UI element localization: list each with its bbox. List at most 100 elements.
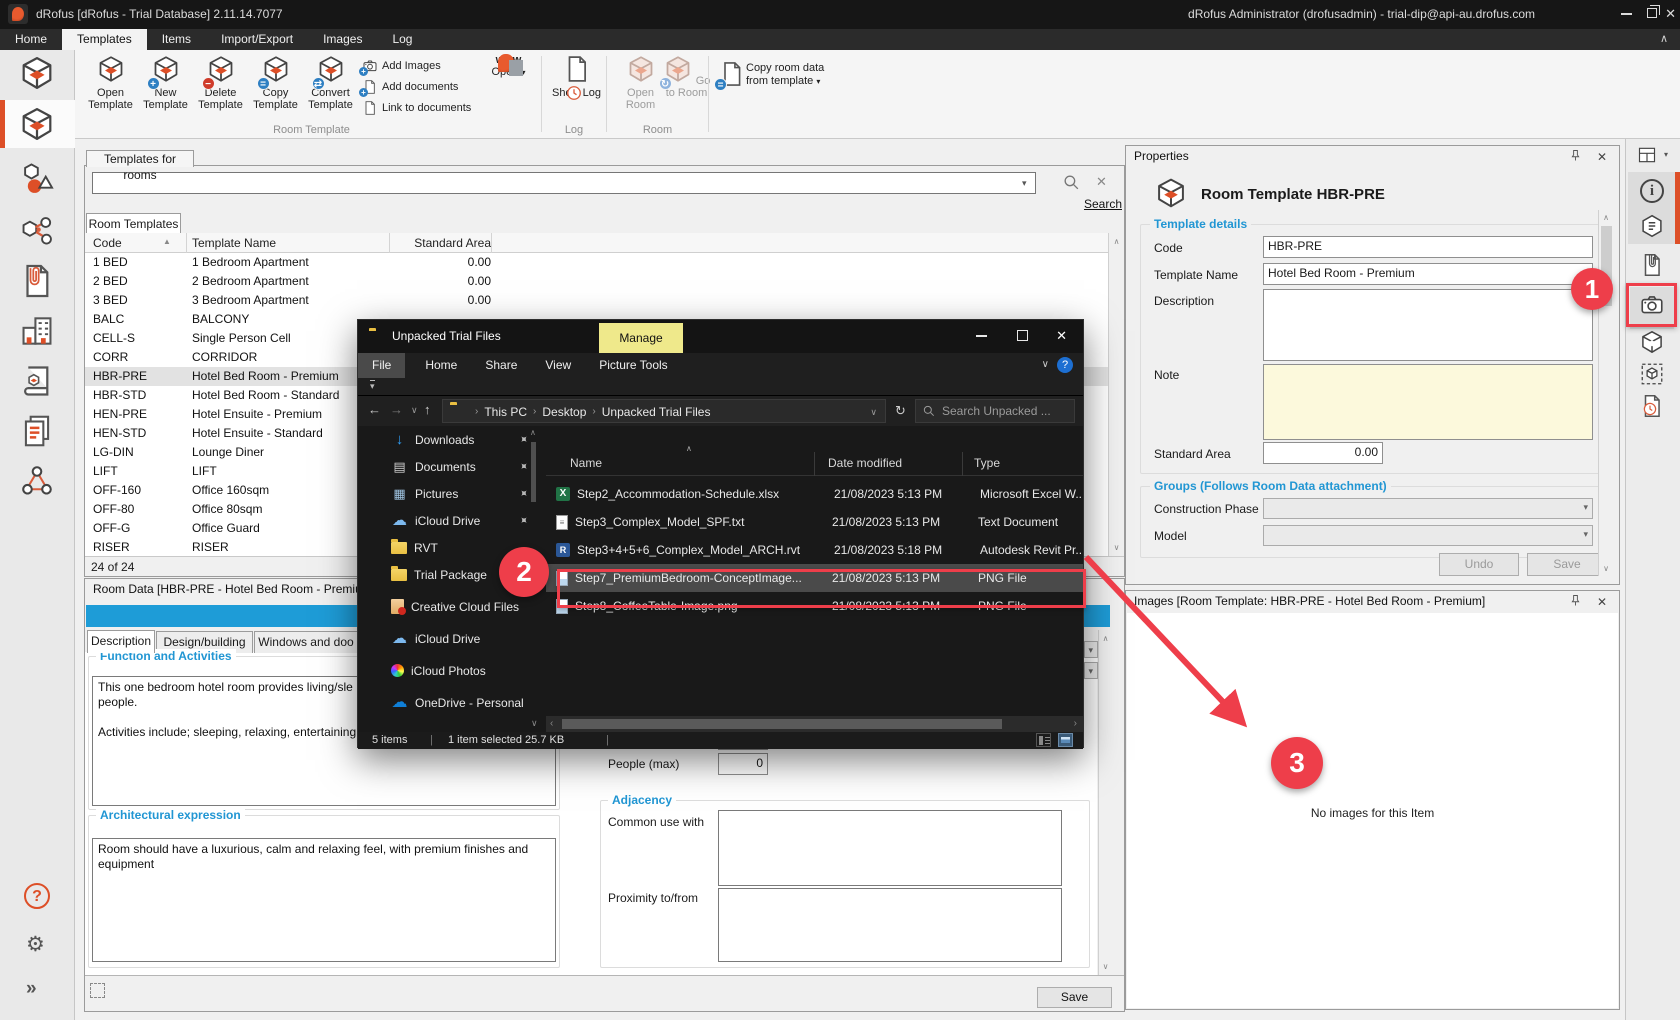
sidebar-documents-icon[interactable] [18, 262, 56, 300]
common-use-textarea[interactable] [718, 810, 1062, 886]
tab-import-export[interactable]: Import/Export [206, 29, 308, 50]
templates-for-rooms-tab[interactable]: Templates for rooms [86, 150, 194, 167]
expand-sidebar-icon[interactable]: » [26, 978, 37, 1000]
note-field[interactable] [1263, 364, 1593, 440]
explorer-maximize-button[interactable] [1017, 330, 1028, 341]
details-view-icon[interactable] [1036, 733, 1051, 747]
ribbon-collapse-icon[interactable]: ∧ [1660, 32, 1668, 45]
file-row[interactable]: Step3_Complex_Model_SPF.txt 21/08/2023 5… [546, 508, 1083, 536]
history-log-icon[interactable] [1639, 393, 1667, 421]
tab-items[interactable]: Items [147, 29, 206, 50]
properties-scrollbar[interactable]: ∧ ∨ [1598, 210, 1613, 576]
tab-windows-doors[interactable]: Windows and doo [254, 631, 358, 653]
description-field[interactable] [1263, 289, 1593, 361]
scroll-left-icon[interactable]: ‹ [550, 718, 553, 729]
add-images-button[interactable]: + Add Images [362, 56, 441, 75]
add-documents-button[interactable]: + Add documents [362, 77, 458, 96]
room-templates-tab[interactable]: Room Templates [86, 213, 181, 233]
link-to-documents-button[interactable]: Link to documents [362, 98, 471, 117]
www-open-button[interactable]: www Open ▾ [482, 54, 535, 124]
covered-dropdown-stub[interactable]: ▾ [1084, 641, 1098, 658]
nav-collapse-icon[interactable]: ∨ [531, 718, 538, 729]
model-view-icon[interactable] [1639, 329, 1667, 357]
nav-item[interactable]: Creative Cloud Files ✦ [358, 593, 542, 620]
clear-search-icon[interactable]: ✕ [1096, 174, 1107, 190]
ribbon-expand-icon[interactable]: ∨ [1042, 359, 1049, 370]
sidebar-rooms-icon[interactable] [18, 54, 56, 92]
refresh-icon[interactable]: ↻ [895, 403, 906, 419]
breadcrumb-item[interactable]: This PC [482, 405, 529, 419]
tab-description[interactable]: Description [87, 630, 155, 653]
tab-templates[interactable]: Templates [62, 29, 147, 50]
properties-save-button[interactable]: Save [1527, 553, 1607, 576]
code-field[interactable]: HBR-PRE [1263, 236, 1593, 258]
expand-icon[interactable] [90, 983, 105, 998]
up-icon[interactable]: ↑ [424, 402, 431, 417]
nav-item[interactable]: OneDrive - Personal ✦ [358, 689, 542, 716]
room-data-save-button[interactable]: Save [1037, 987, 1112, 1008]
template-name-field[interactable]: Hotel Bed Room - Premium [1263, 263, 1593, 285]
minimize-button[interactable] [1621, 13, 1632, 15]
sidebar-building-icon[interactable] [18, 312, 56, 350]
recent-locations-icon[interactable]: ∨ [411, 405, 418, 416]
standard-area-field[interactable]: 0.00 [1263, 442, 1383, 464]
close-panel-icon[interactable]: ✕ [1597, 595, 1607, 609]
view-menu[interactable]: View [531, 353, 585, 378]
settings-gear-icon[interactable]: ⚙ [26, 932, 45, 957]
column-header-area[interactable]: Standard Area [406, 236, 491, 250]
pin-icon[interactable] [1568, 148, 1583, 166]
tab-images[interactable]: Images [308, 29, 377, 50]
layout-icon[interactable] [1634, 145, 1660, 168]
column-header-code[interactable]: Code [93, 236, 122, 250]
back-icon[interactable]: ← [368, 402, 381, 417]
toolbar-customize-icon[interactable]: ▾ [370, 380, 375, 392]
sidebar-systems-icon[interactable] [18, 213, 56, 251]
sidebar-active-module[interactable] [0, 100, 75, 148]
table-scrollbar[interactable]: ∧ ∨ [1108, 233, 1124, 556]
column-header-name[interactable]: Template Name [192, 236, 276, 250]
address-dropdown-icon[interactable]: ∨ [870, 407, 877, 418]
manage-contextual-tab[interactable]: Manage [599, 323, 683, 353]
tab-home[interactable]: Home [0, 29, 62, 50]
proximity-textarea[interactable] [718, 888, 1062, 962]
sidebar-items-icon[interactable] [18, 160, 56, 198]
picture-tools-menu[interactable]: Picture Tools [585, 353, 681, 378]
sidebar-relations-icon[interactable] [18, 462, 56, 500]
scroll-right-icon[interactable]: › [1074, 718, 1077, 729]
column-header-date[interactable]: Date modified [828, 456, 902, 470]
nav-item[interactable]: iCloud Drive ✦ [358, 625, 542, 652]
home-menu[interactable]: Home [411, 353, 471, 378]
file-menu[interactable]: File [358, 353, 405, 378]
attachments-icon[interactable] [1639, 252, 1667, 280]
nav-item[interactable]: Pictures ✦ [358, 480, 542, 507]
help-icon[interactable]: ? [1057, 357, 1073, 373]
room-data-sheet-icon[interactable] [1639, 213, 1667, 241]
scroll-up-icon[interactable]: ∧ [530, 428, 536, 437]
info-icon[interactable]: i [1640, 179, 1664, 203]
bounding-box-icon[interactable] [1639, 361, 1667, 389]
undo-button[interactable]: Undo [1439, 553, 1519, 576]
sidebar-reports-icon[interactable] [18, 412, 56, 450]
explorer-close-button[interactable]: ✕ [1056, 328, 1067, 344]
pin-icon[interactable] [1568, 593, 1583, 611]
nav-item[interactable]: Downloads ✦ [358, 426, 542, 453]
show-log-button[interactable]: Show Log [550, 54, 603, 124]
ribbon-template-button[interactable]: ⇄ Convert Template [304, 54, 357, 124]
column-header-name[interactable]: Name [570, 456, 602, 470]
table-row[interactable]: 1 BED 1 Bedroom Apartment 0.00 [85, 253, 1108, 272]
explorer-minimize-button[interactable] [976, 335, 987, 337]
close-panel-icon[interactable]: ✕ [1597, 150, 1607, 164]
ribbon-template-button[interactable]: Open Template [84, 54, 137, 124]
nav-item[interactable]: iCloud Photos ✦ [358, 657, 542, 684]
template-search-input[interactable] [92, 172, 1036, 194]
search-link[interactable]: Search [1060, 197, 1122, 211]
table-row[interactable]: 3 BED 3 Bedroom Apartment 0.00 [85, 291, 1108, 310]
layout-dropdown-icon[interactable]: ▾ [1664, 150, 1668, 159]
people-max-field[interactable]: 0 [718, 753, 768, 775]
go-to-room-button[interactable]: ↻ Go to Room [660, 54, 713, 124]
table-row[interactable]: 2 BED 2 Bedroom Apartment 0.00 [85, 272, 1108, 291]
covered-dropdown-stub[interactable]: ▾ [1084, 662, 1098, 679]
construction-phase-dropdown[interactable]: ▾ [1263, 498, 1593, 519]
horizontal-scrollbar[interactable]: ‹ › [546, 716, 1083, 732]
nav-item[interactable]: Documents ✦ [358, 453, 542, 480]
